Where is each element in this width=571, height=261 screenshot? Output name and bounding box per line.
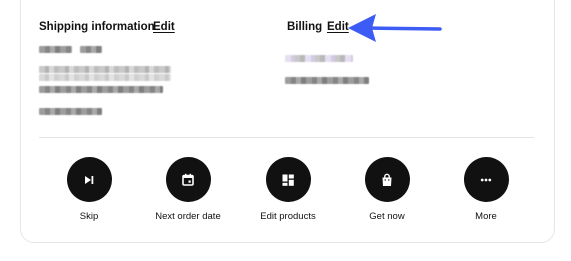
skip-button[interactable] (66, 157, 112, 202)
section-divider (39, 137, 534, 138)
redacted-address-line-2 (39, 74, 171, 81)
next-order-date-button[interactable] (165, 157, 211, 202)
skip-label: Skip (79, 211, 99, 222)
redacted-billing-card (285, 77, 369, 84)
skip-action[interactable]: Skip (39, 157, 139, 222)
more-button[interactable] (463, 157, 509, 202)
annotation-arrow-icon (348, 14, 442, 42)
get-now-button[interactable] (364, 157, 410, 202)
get-now-action[interactable]: Get now (337, 157, 437, 222)
calendar-icon (182, 173, 194, 186)
redacted-billing-name (285, 55, 353, 62)
edit-products-label: Edit products (260, 211, 316, 222)
skip-next-icon (85, 175, 94, 184)
shipping-information-title: Shipping information (39, 21, 155, 33)
shopping-bag-icon (382, 173, 392, 186)
next-order-date-label: Next order date (155, 211, 221, 222)
next-order-date-action[interactable]: Next order date (138, 157, 238, 222)
more-action[interactable]: More (436, 157, 536, 222)
more-dots-icon (480, 178, 492, 181)
more-label: More (475, 211, 497, 222)
edit-products-action[interactable]: Edit products (238, 157, 338, 222)
dashboard-grid-icon (282, 174, 294, 186)
redacted-recipient-surname (80, 46, 102, 53)
redacted-phone (39, 108, 102, 115)
edit-products-button[interactable] (265, 157, 311, 202)
shipping-edit-link[interactable]: Edit (153, 21, 175, 33)
redacted-recipient-name (39, 46, 72, 53)
get-now-label: Get now (369, 211, 405, 222)
redacted-address-line-3 (39, 86, 163, 93)
billing-title: Billing (287, 21, 323, 33)
redacted-address-line-1 (39, 66, 171, 73)
